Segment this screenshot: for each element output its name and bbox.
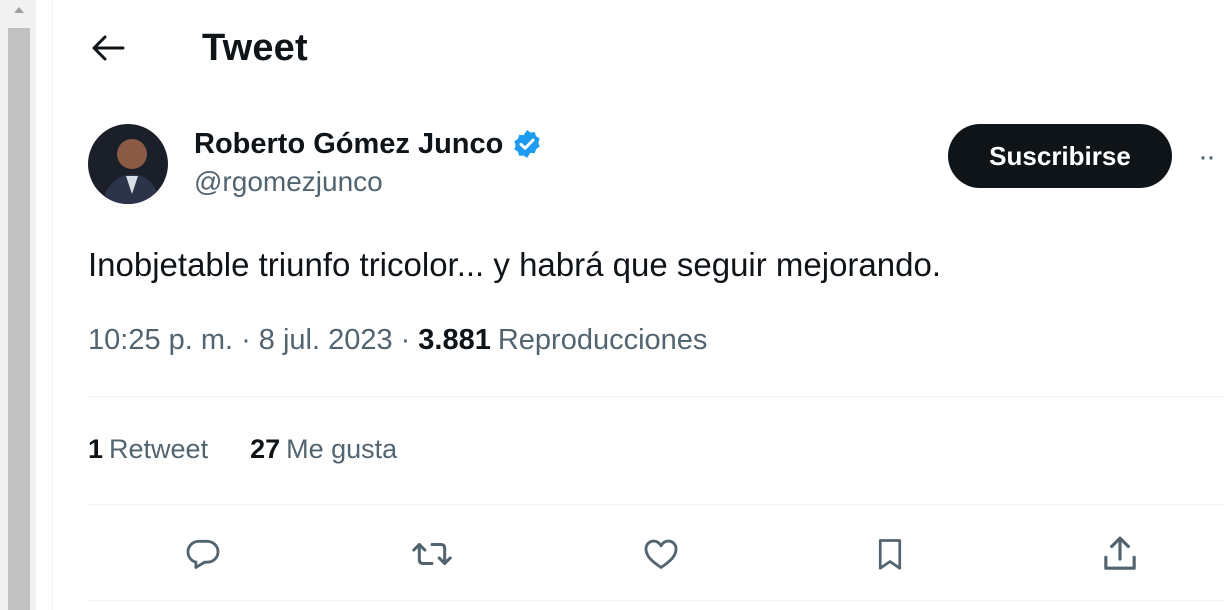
tweet-text: Inobjetable triunfo tricolor... y habrá … [88,246,942,283]
like-icon [644,539,678,569]
meta-separator: · [241,324,251,356]
page-title: Tweet [202,26,308,69]
action-bar [0,524,1224,584]
views-label: Reproducciones [497,324,708,356]
divider [88,396,1224,397]
likes-stat[interactable]: 27 Me gusta [250,434,397,465]
likes-count: 27 [250,434,281,464]
page-header: Tweet [88,22,308,74]
tweet-stats: 1 Retweet 27 Me gusta [88,434,397,465]
back-button[interactable] [88,28,128,68]
author-handle[interactable]: @rgomezjunco [194,166,543,198]
retweet-icon [412,542,452,566]
likes-label: Me gusta [286,434,398,464]
meta-separator: · [400,324,411,356]
divider [88,600,1224,601]
scrollbar-thumb[interactable] [8,28,30,610]
reply-button[interactable] [181,532,225,576]
views-count: 3.881 [418,324,491,356]
scroll-up-arrow-icon[interactable] [6,2,32,18]
share-button[interactable] [1098,532,1142,576]
retweets-label: Retweet [109,434,209,464]
subscribe-button[interactable]: Suscribirse [948,124,1172,188]
author-name[interactable]: Roberto Gómez Junco [194,128,503,161]
column-border [52,0,53,610]
reply-icon [186,539,220,569]
back-arrow-icon [92,35,125,61]
retweets-count: 1 [88,434,104,464]
bookmark-button[interactable] [868,532,912,576]
tweet-date[interactable]: 8 jul. 2023 [259,324,393,357]
bookmark-icon [878,539,902,570]
retweet-button[interactable] [410,532,454,576]
share-icon [1104,536,1136,570]
author-info: Roberto Gómez Junco @rgomezjunco [194,124,543,198]
divider [88,504,1224,505]
tweet-time[interactable]: 10:25 p. m. [88,324,233,357]
retweets-stat[interactable]: 1 Retweet [88,434,208,465]
tweet-meta: 10:25 p. m. · 8 jul. 2023 · 3.881 Reprod… [88,324,707,357]
page-scrollbar[interactable] [0,0,36,610]
more-options-icon[interactable]: ·· [1198,140,1216,174]
avatar[interactable] [88,124,168,204]
like-button[interactable] [639,532,683,576]
verified-badge-icon[interactable] [511,128,543,160]
